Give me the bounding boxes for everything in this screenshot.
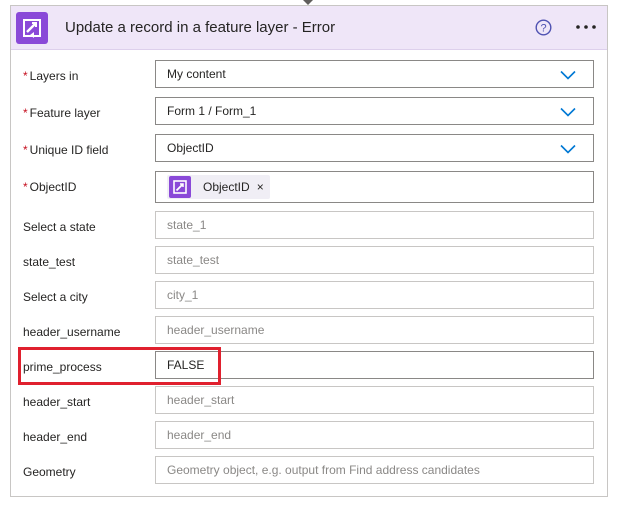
token-label: ObjectID <box>203 180 250 194</box>
field-label: header_username <box>23 325 121 339</box>
field-row-objectid: * ObjectID ObjectID × <box>11 171 607 209</box>
field-label: * Feature layer <box>23 106 101 120</box>
header-end-input[interactable]: header_end <box>155 421 594 449</box>
header-start-input[interactable]: header_start <box>155 386 594 414</box>
dynamic-content-token[interactable]: ObjectID × <box>167 175 270 199</box>
field-row-select-city: Select a city city_1 <box>11 281 607 316</box>
action-card: Update a record in a feature layer - Err… <box>10 5 608 497</box>
field-label: Select a state <box>23 220 96 234</box>
arcgis-connector-icon <box>16 12 48 44</box>
field-row-feature-layer: * Feature layer Form 1 / Form_1 <box>11 97 607 132</box>
field-row-header-username: header_username header_username <box>11 316 607 351</box>
unique-id-dropdown[interactable]: ObjectID <box>155 134 594 162</box>
field-label: header_start <box>23 395 91 409</box>
field-row-layers-in: * Layers in My content <box>11 60 607 95</box>
field-row-unique-id: * Unique ID field ObjectID <box>11 134 607 169</box>
help-icon[interactable]: ? <box>535 19 552 36</box>
field-row-geometry: Geometry Geometry object, e.g. output fr… <box>11 456 607 491</box>
field-row-header-end: header_end header_end <box>11 421 607 456</box>
field-label: * ObjectID <box>23 180 77 194</box>
card-title: Update a record in a feature layer - Err… <box>65 19 336 36</box>
header-username-input[interactable]: header_username <box>155 316 594 344</box>
field-label: header_end <box>23 430 88 444</box>
more-options-icon[interactable] <box>574 19 598 35</box>
layers-in-dropdown[interactable]: My content <box>155 60 594 88</box>
field-row-prime-process: prime_process FALSE <box>11 351 607 386</box>
field-label: Geometry <box>23 465 76 479</box>
chevron-down-icon <box>560 144 576 154</box>
field-label: * Layers in <box>23 69 79 83</box>
feature-layer-dropdown[interactable]: Form 1 / Form_1 <box>155 97 594 125</box>
card-header[interactable]: Update a record in a feature layer - Err… <box>11 6 607 50</box>
svg-text:?: ? <box>540 23 546 35</box>
select-city-input[interactable]: city_1 <box>155 281 594 309</box>
chevron-down-icon <box>560 70 576 80</box>
field-label: * Unique ID field <box>23 143 109 157</box>
remove-token-icon[interactable]: × <box>257 174 264 200</box>
field-row-select-state: Select a state state_1 <box>11 211 607 246</box>
select-state-input[interactable]: state_1 <box>155 211 594 239</box>
field-row-state-test: state_test state_test <box>11 246 607 281</box>
geometry-input[interactable]: Geometry object, e.g. output from Find a… <box>155 456 594 484</box>
field-label: prime_process <box>23 360 102 374</box>
arcgis-token-icon <box>169 176 191 198</box>
chevron-down-icon <box>560 107 576 117</box>
objectid-input[interactable]: ObjectID × <box>155 171 594 203</box>
prime-process-input[interactable]: FALSE <box>155 351 594 379</box>
field-row-header-start: header_start header_start <box>11 386 607 421</box>
field-label: Select a city <box>23 290 88 304</box>
field-label: state_test <box>23 255 76 269</box>
state-test-input[interactable]: state_test <box>155 246 594 274</box>
